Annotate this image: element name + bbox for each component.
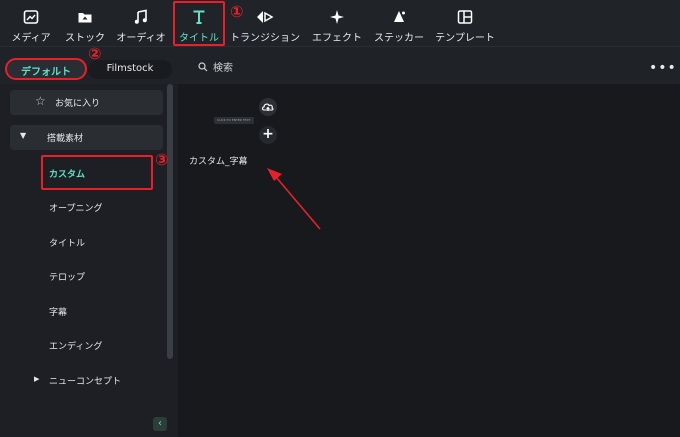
annotation-arrow — [267, 168, 321, 230]
